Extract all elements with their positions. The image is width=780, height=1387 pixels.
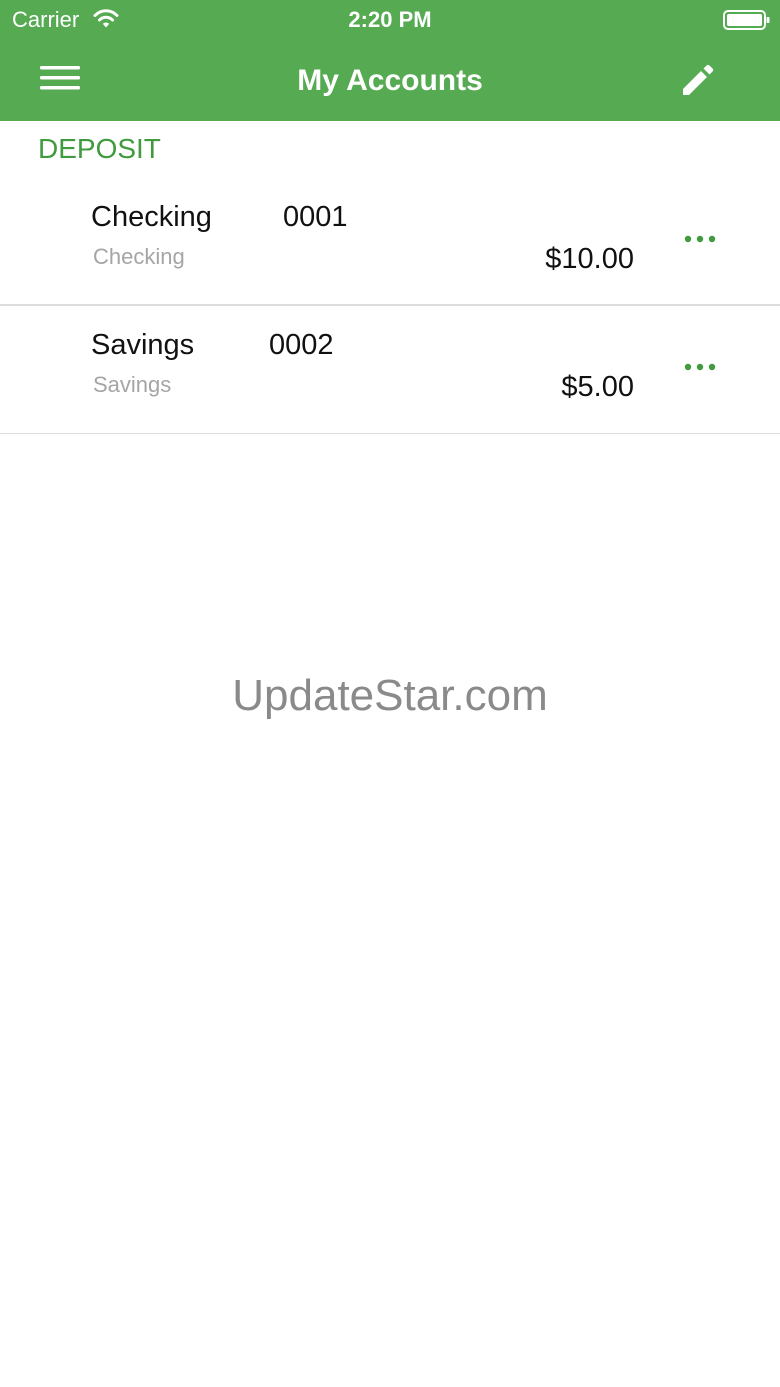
account-name: Savings (91, 329, 195, 361)
pencil-icon (683, 64, 714, 95)
account-balance: $10.00 (545, 243, 634, 275)
navigation-bar: My Accounts (0, 40, 780, 121)
account-number: 0001 (283, 201, 348, 233)
battery-icon (723, 10, 770, 30)
edit-button[interactable] (672, 54, 724, 106)
more-dots-icon (684, 363, 716, 371)
menu-icon (40, 66, 80, 90)
more-dots-icon (684, 235, 716, 243)
status-time: 2:20 PM (348, 7, 432, 32)
page-title: My Accounts (297, 64, 483, 97)
menu-button[interactable] (32, 56, 88, 100)
watermark-text: UpdateStar.com (232, 671, 548, 720)
account-number: 0002 (269, 329, 334, 361)
app-header: Carrier 2:20 PM My Accounts (0, 0, 780, 121)
account-balance: $5.00 (561, 371, 634, 403)
account-row-checking[interactable]: Checking 0001 Checking $10.00 (0, 177, 780, 306)
app-screen: Carrier 2:20 PM My Accounts DEPOSIT Chec… (0, 0, 780, 1387)
more-options-button[interactable] (676, 221, 724, 257)
account-type: Savings (93, 372, 172, 397)
account-name: Checking (91, 201, 212, 233)
account-row-savings[interactable]: Savings 0002 Savings $5.00 (0, 305, 780, 434)
section-header-deposit: DEPOSIT (38, 133, 161, 164)
status-bar: Carrier 2:20 PM (0, 0, 780, 40)
account-type: Checking (93, 244, 185, 269)
more-options-button[interactable] (676, 349, 724, 385)
